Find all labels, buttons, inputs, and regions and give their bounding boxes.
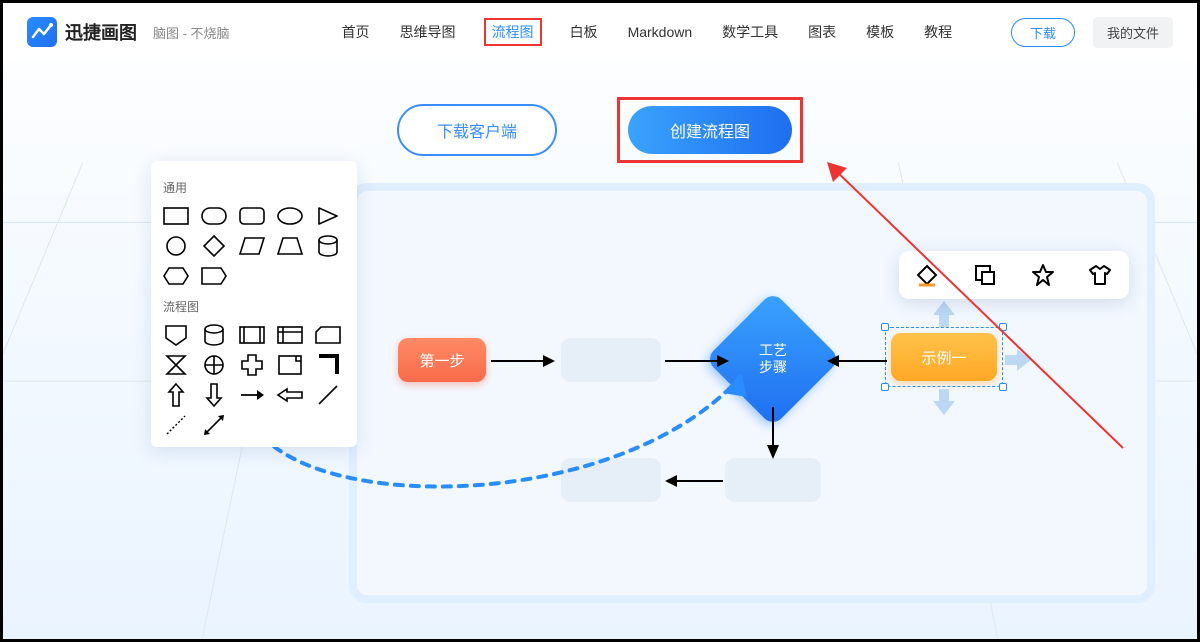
shape-predefined-icon[interactable] [237,323,267,347]
selection-outline [885,327,1003,387]
main-nav: 首页 思维导图 流程图 白板 Markdown 数学工具 图表 模板 教程 [340,18,955,46]
create-flowchart-button[interactable]: 创建流程图 [628,106,792,154]
palette-group-flowchart: 流程图 [163,298,345,315]
hero-actions: 下载客户端 创建流程图 [3,97,1197,163]
shape-bidir-line-icon[interactable] [199,413,229,437]
floating-toolbar [899,251,1129,299]
create-flowchart-highlight: 创建流程图 [617,97,803,163]
selection-handle-ne[interactable] [999,323,1007,331]
selection-handle-nw[interactable] [881,323,889,331]
brand-logo-icon [27,17,57,47]
shape-dashed-line-icon[interactable] [161,413,191,437]
shape-trapezoid-icon[interactable] [275,234,305,258]
palette-flowchart-grid [161,323,347,437]
nav-markdown[interactable]: Markdown [626,20,695,44]
shape-arrow-right-icon[interactable] [237,383,267,407]
nav-math[interactable]: 数学工具 [720,18,780,46]
shape-roundrect-icon[interactable] [199,204,229,228]
shape-cross-icon[interactable] [237,353,267,377]
nav-flowchart-highlight: 流程图 [484,18,542,46]
shape-summing-icon[interactable] [199,353,229,377]
shape-circle-icon[interactable] [161,234,191,258]
my-files-button[interactable]: 我的文件 [1093,17,1173,48]
shape-arrow-up-icon[interactable] [161,383,191,407]
shape-step-icon[interactable] [199,264,229,288]
shape-offpage-icon[interactable] [161,323,191,347]
selection-handle-se[interactable] [999,383,1007,391]
brand-name: 迅捷画图 [65,19,137,45]
shape-diamond-icon[interactable] [199,234,229,258]
nav-chart[interactable]: 图表 [806,18,838,46]
tool-arrange-icon[interactable] [971,261,999,289]
shape-parallelogram-icon[interactable] [237,234,267,258]
shape-collate-icon[interactable] [161,353,191,377]
connector-3 [825,353,889,369]
nav-template[interactable]: 模板 [864,18,896,46]
nav-mindmap[interactable]: 思维导图 [398,18,458,46]
download-button[interactable]: 下载 [1011,18,1075,47]
shape-database-icon[interactable] [199,323,229,347]
selection-arrow-down-icon[interactable] [931,387,957,417]
palette-group-general: 通用 [163,179,345,196]
shape-lshape-icon[interactable] [313,353,343,377]
shape-cylinder-icon[interactable] [313,234,343,258]
tool-fill-icon[interactable] [913,261,941,289]
nav-flowchart[interactable]: 流程图 [492,24,534,40]
tool-star-icon[interactable] [1029,261,1057,289]
nav-whiteboard[interactable]: 白板 [568,18,600,46]
shape-line-icon[interactable] [313,383,343,407]
shape-card-icon[interactable] [313,323,343,347]
selection-handle-sw[interactable] [881,383,889,391]
nav-tutorial[interactable]: 教程 [922,18,954,46]
shape-hexagon-icon[interactable] [161,264,191,288]
selection-arrow-up-icon[interactable] [931,299,957,329]
shape-palette: 通用 流程图 [151,161,357,447]
app-header: 迅捷画图 脑图 - 不烧脑 首页 思维导图 流程图 白板 Markdown 数学… [3,3,1197,61]
shape-arrow-down-icon[interactable] [199,383,229,407]
brand[interactable]: 迅捷画图 脑图 - 不烧脑 [27,17,230,47]
shape-internal-icon[interactable] [275,323,305,347]
palette-general-grid [161,204,347,288]
tool-shirt-icon[interactable] [1087,261,1115,289]
connector-4 [765,405,781,461]
shape-note-icon[interactable] [275,353,305,377]
shape-ellipse-icon[interactable] [275,204,305,228]
shape-triangle-icon[interactable] [313,204,343,228]
shape-arrow-left-icon[interactable] [275,383,305,407]
node-example-selected[interactable]: 示例一 [891,333,997,381]
selection-arrow-right-icon[interactable] [1003,347,1033,373]
download-client-button[interactable]: 下载客户端 [397,104,557,156]
shape-rect-icon[interactable] [161,204,191,228]
brand-subtitle: 脑图 - 不烧脑 [153,23,230,42]
header-actions: 下载 我的文件 [1011,17,1173,48]
shape-roundrect2-icon[interactable] [237,204,267,228]
nav-home[interactable]: 首页 [340,18,372,46]
